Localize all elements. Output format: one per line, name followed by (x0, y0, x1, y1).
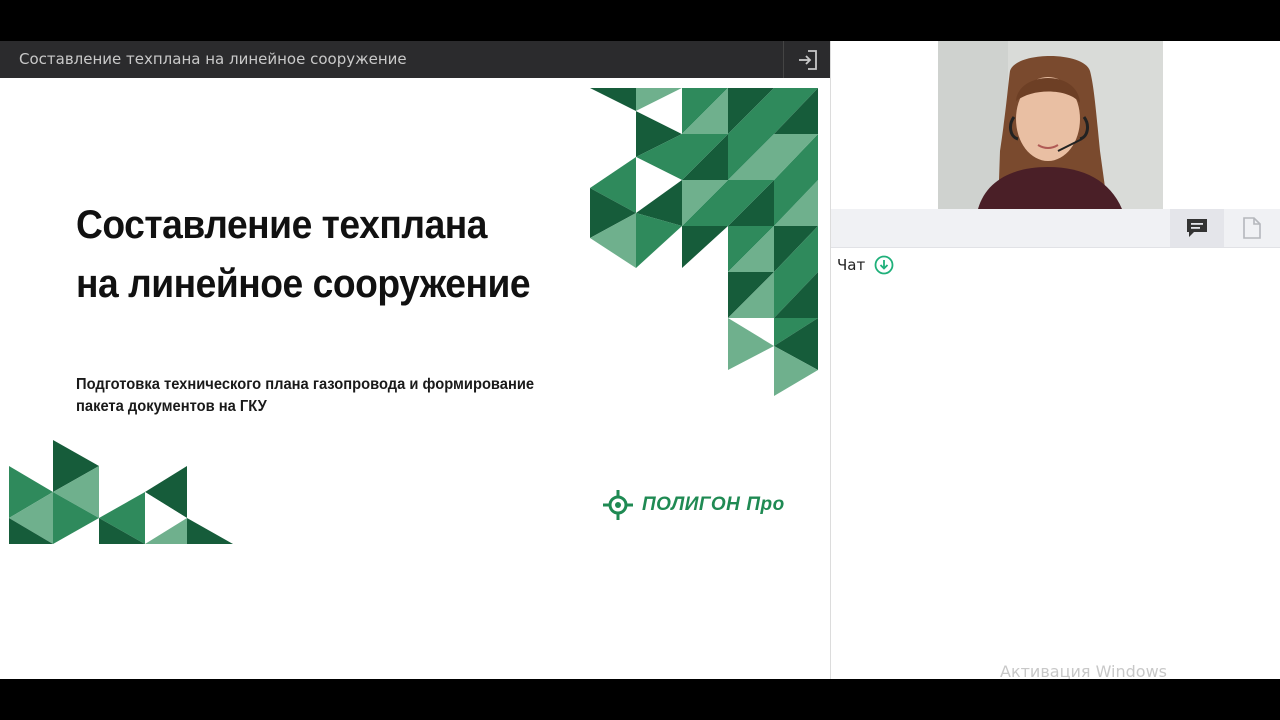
crosshair-logo-icon (603, 490, 633, 520)
slide-title-line-2: на линейное сооружение (76, 262, 531, 306)
exit-button[interactable] (783, 41, 831, 78)
logo-text: ПОЛИГОН Про (642, 494, 785, 516)
letterbox-top (0, 0, 1280, 41)
presentation-panel: Составление техплана на линейное сооруже… (0, 41, 830, 679)
triangle-pattern-right (590, 88, 818, 396)
sign-out-icon (798, 49, 817, 70)
logo-suffix: Про (746, 494, 785, 515)
slide-title-line-1: Составление техплана (76, 203, 488, 247)
tab-chat[interactable] (1170, 209, 1224, 247)
polygon-pro-logo: ПОЛИГОН Про (602, 489, 785, 521)
logo-name: ПОЛИГОН (642, 494, 741, 515)
presentation-title: Составление техплана на линейное сооруже… (19, 50, 407, 68)
presentation-header: Составление техплана на линейное сооруже… (0, 41, 830, 78)
chat-header: Чат (837, 255, 894, 275)
presenter-video-icon (938, 41, 1163, 209)
side-panel: Чат Активация Windows (830, 41, 1280, 681)
slide-subtitle-line-1: Подготовка технического плана газопровод… (76, 376, 535, 393)
side-tabbar (831, 209, 1280, 248)
slide-subtitle: Подготовка технического плана газопровод… (76, 374, 554, 418)
chat-download-button[interactable] (874, 255, 894, 275)
triangle-pattern-left (9, 440, 233, 544)
download-circle-icon (874, 255, 894, 275)
slide-subtitle-line-2: пакета документов на ГКУ (76, 398, 267, 415)
slide: Составление техплана на линейное сооруже… (0, 78, 830, 679)
file-icon (1243, 217, 1261, 239)
webcam-video (938, 41, 1163, 209)
chat-icon (1187, 219, 1207, 237)
chat-label: Чат (837, 256, 866, 274)
tab-files[interactable] (1225, 209, 1279, 247)
letterbox-bottom (0, 679, 1280, 720)
slide-title: Составление техплана на линейное сооруже… (76, 196, 560, 314)
